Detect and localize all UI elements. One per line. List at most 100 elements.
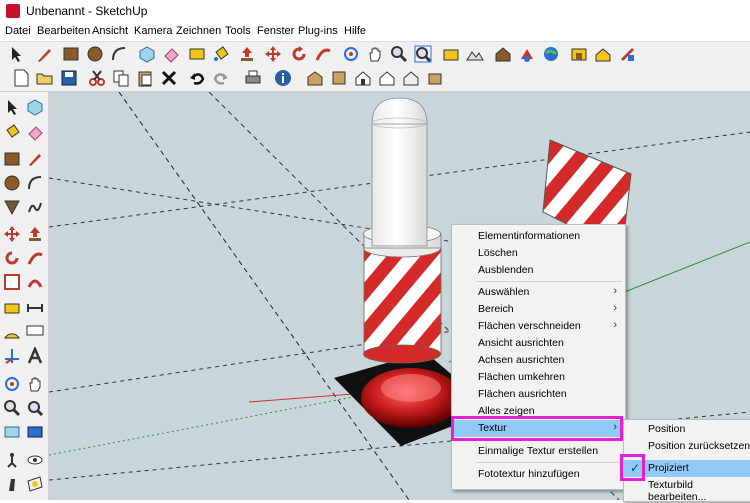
followme-tool-icon[interactable] [26, 249, 44, 267]
offset-tool-icon[interactable] [26, 273, 44, 291]
menu-plugins[interactable]: Plug-ins [298, 25, 338, 37]
ctx-bereich[interactable]: Bereich › [452, 301, 625, 318]
rectangle-icon[interactable] [62, 45, 80, 63]
select-tool-icon[interactable] [3, 98, 21, 116]
components-icon[interactable] [594, 45, 612, 63]
left-view-icon[interactable] [426, 69, 444, 87]
dimension-tool-icon[interactable] [26, 299, 44, 317]
top-view-icon[interactable] [330, 69, 348, 87]
section-plane-tool-icon[interactable] [26, 475, 44, 493]
share-model-icon[interactable] [518, 45, 536, 63]
previous-view-tool-icon[interactable] [3, 423, 21, 441]
eraser-icon[interactable] [162, 45, 180, 63]
freehand-tool-icon[interactable] [26, 198, 44, 216]
submenu-arrow-icon: › [613, 319, 617, 331]
sub-position-zuruecksetzen[interactable]: Position zurücksetzen [624, 438, 750, 455]
menu-tools[interactable]: Tools [225, 25, 251, 37]
3d-text-tool-icon[interactable] [26, 345, 44, 365]
new-file-icon[interactable] [12, 69, 30, 87]
open-folder-icon[interactable] [36, 69, 54, 87]
ctx-ansicht-ausrichten[interactable]: Ansicht ausrichten [452, 335, 625, 352]
rotate-icon[interactable] [290, 45, 308, 63]
component-tool-icon[interactable] [26, 98, 44, 116]
scale-tool-icon[interactable] [3, 273, 21, 291]
paste-icon[interactable] [136, 69, 154, 87]
circle-tool-icon[interactable] [3, 174, 21, 192]
ctx-auswaehlen[interactable]: Auswählen › [452, 284, 625, 301]
ctx-flaechen-umkehren[interactable]: Flächen umkehren [452, 369, 625, 386]
redo-icon[interactable] [212, 69, 230, 87]
follow-me-icon[interactable] [314, 45, 332, 63]
zoom-window-tool-icon[interactable] [26, 399, 44, 417]
pushpull-tool-icon[interactable] [26, 225, 44, 243]
zoom-tool-icon[interactable] [3, 399, 21, 417]
rectangle-tool-icon[interactable] [3, 150, 21, 168]
front-view-icon[interactable] [354, 69, 372, 87]
styles-icon[interactable] [618, 45, 636, 63]
zoom-extents-icon[interactable] [414, 45, 432, 63]
circle-icon[interactable] [86, 45, 104, 63]
tape-tool-icon[interactable] [3, 299, 21, 317]
ctx-einmalige-textur[interactable]: Einmalige Textur erstellen [452, 443, 625, 460]
delete-x-icon[interactable] [160, 69, 178, 87]
undo-icon[interactable] [188, 69, 206, 87]
protractor-tool-icon[interactable] [3, 323, 21, 341]
axes-tool-icon[interactable] [3, 347, 21, 365]
rotate-tool-icon[interactable] [3, 249, 21, 267]
pencil-icon[interactable] [36, 45, 54, 63]
menu-bar: Datei Bearbeiten Ansicht Kamera Zeichnen… [0, 22, 750, 41]
warehouse-icon[interactable] [494, 45, 512, 63]
move-icon[interactable] [264, 45, 282, 63]
pan-hand-icon[interactable] [366, 45, 384, 63]
save-icon[interactable] [60, 69, 78, 87]
ctx-flaechen-ausrichten[interactable]: Flächen ausrichten [452, 386, 625, 403]
walk-tool-icon[interactable] [3, 475, 21, 493]
copy-icon[interactable] [112, 69, 130, 87]
paint-bucket-icon[interactable] [212, 45, 230, 63]
bollard-model[interactable] [363, 97, 442, 364]
sub-position[interactable]: Position [624, 421, 750, 438]
back-view-icon[interactable] [402, 69, 420, 87]
ctx-fototextur[interactable]: Fototextur hinzufügen [452, 466, 625, 483]
arc-tool-icon[interactable] [26, 174, 44, 192]
tape-measure-icon[interactable] [188, 45, 206, 63]
menu-bearbeiten[interactable]: Bearbeiten [37, 25, 90, 37]
model-info-icon[interactable] [274, 69, 292, 87]
menu-fenster[interactable]: Fenster [257, 25, 294, 37]
menu-ansicht[interactable]: Ansicht [92, 25, 128, 37]
cut-icon[interactable] [88, 69, 106, 87]
ctx-ausblenden[interactable]: Ausblenden [452, 262, 625, 279]
zoom-icon[interactable] [390, 45, 408, 63]
pan-tool-icon[interactable] [26, 375, 44, 393]
menu-hilfe[interactable]: Hilfe [344, 25, 366, 37]
extension-warehouse-icon[interactable] [570, 45, 588, 63]
add-location-icon[interactable] [442, 45, 460, 63]
print-icon[interactable] [244, 69, 262, 87]
orbit-tool-icon[interactable] [3, 375, 21, 393]
line-tool-icon[interactable] [26, 150, 44, 168]
terrain-icon[interactable] [466, 45, 484, 63]
ctx-achsen-ausrichten[interactable]: Achsen ausrichten [452, 352, 625, 369]
ctx-flaechen-verschneiden[interactable]: Flächen verschneiden › [452, 318, 625, 335]
google-earth-icon[interactable] [542, 45, 560, 63]
iso-view-icon[interactable] [306, 69, 324, 87]
right-view-icon[interactable] [378, 69, 396, 87]
move-tool-icon[interactable] [3, 225, 21, 243]
push-pull-icon[interactable] [238, 45, 256, 63]
ctx-elementinformationen[interactable]: Elementinformationen [452, 228, 625, 245]
make-component-icon[interactable] [138, 45, 156, 63]
paint-tool-icon[interactable] [3, 123, 21, 141]
menu-kamera[interactable]: Kamera [134, 25, 173, 37]
ctx-loeschen[interactable]: Löschen [452, 245, 625, 262]
polygon-tool-icon[interactable] [3, 198, 21, 216]
menu-datei[interactable]: Datei [5, 25, 31, 37]
orbit-icon[interactable] [342, 45, 360, 63]
eraser-tool-icon[interactable] [26, 123, 44, 141]
look-around-tool-icon[interactable] [26, 451, 44, 469]
select-arrow-icon[interactable] [7, 45, 25, 63]
menu-zeichnen[interactable]: Zeichnen [176, 25, 221, 37]
next-view-tool-icon[interactable] [26, 423, 44, 441]
arc-icon[interactable] [110, 45, 128, 63]
position-camera-tool-icon[interactable] [3, 451, 21, 469]
text-tool-icon[interactable] [26, 323, 44, 341]
